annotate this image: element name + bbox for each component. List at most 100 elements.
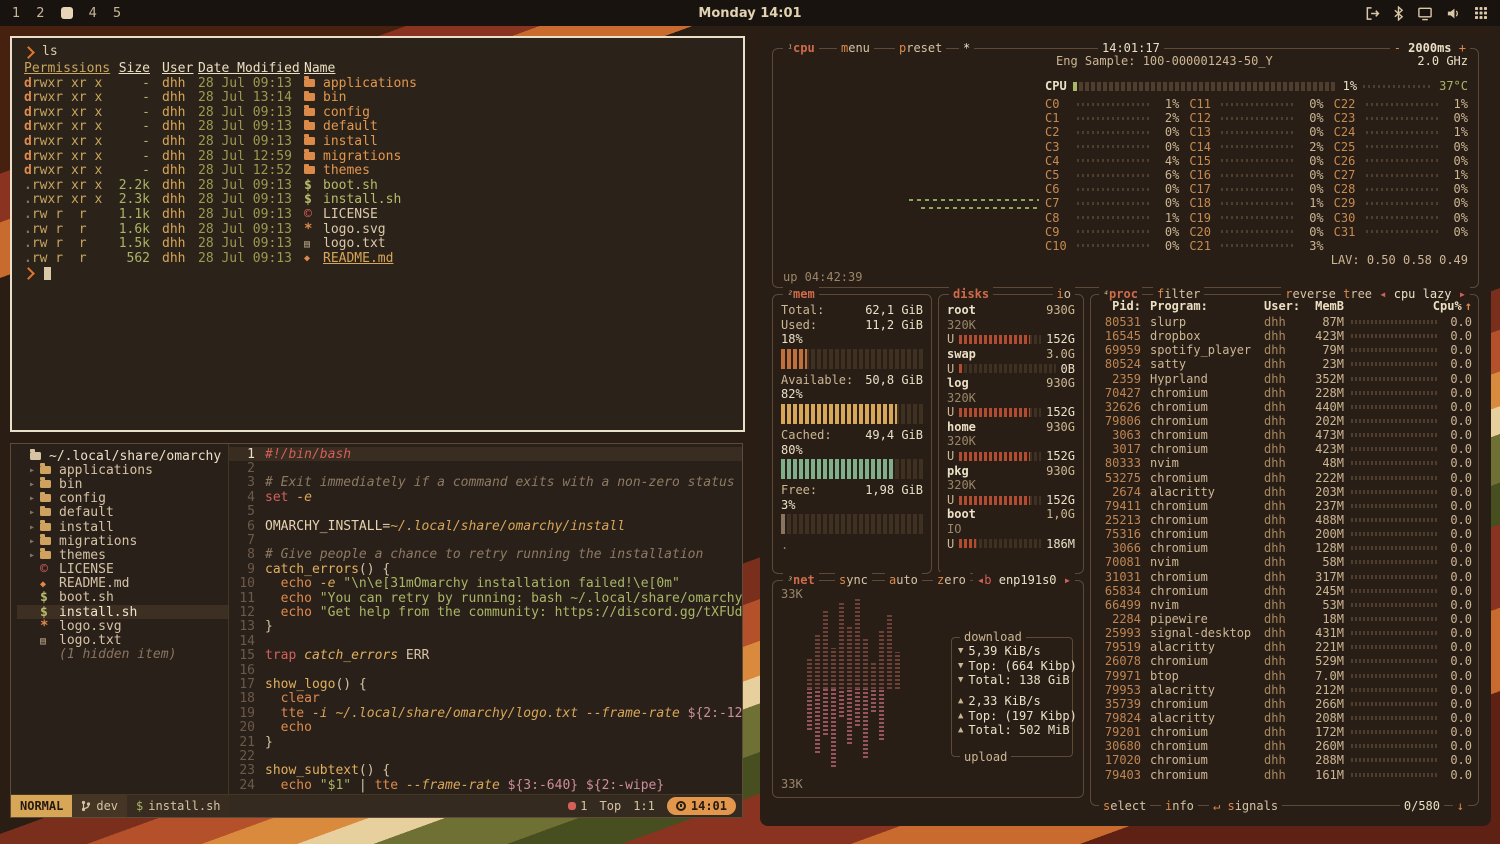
process-row[interactable]: 26078 chromium dhh 529M 0.0	[1091, 654, 1478, 668]
process-row[interactable]: 31031 chromium dhh 317M 0.0	[1091, 570, 1478, 584]
tree-item[interactable]: logo.txt	[17, 633, 228, 647]
process-row[interactable]: 35739 chromium dhh 266M 0.0	[1091, 697, 1478, 711]
process-row[interactable]: 80531 slurp dhh 87M 0.0	[1091, 315, 1478, 329]
code-line[interactable]: 23 show_subtext() {	[229, 764, 742, 778]
scroll-up-icon[interactable]: ↑	[1465, 299, 1472, 313]
code-line[interactable]: 13 }	[229, 620, 742, 634]
bluetooth-icon[interactable]	[1393, 6, 1404, 21]
scroll-down-icon[interactable]: ↓	[1453, 798, 1468, 814]
workspace-button[interactable]: 2	[36, 6, 44, 21]
code-line[interactable]: 8 # Give people a chance to retry runnin…	[229, 548, 742, 562]
process-row[interactable]: 79953 alacritty dhh 212M 0.0	[1091, 683, 1478, 697]
tree-item[interactable]: boot.sh	[17, 591, 228, 605]
workspace-button[interactable]: 1	[12, 6, 20, 21]
tree-item[interactable]: ~/.local/share/omarchy	[17, 449, 228, 463]
tree-item[interactable]: logo.svg	[17, 619, 228, 633]
tree-item[interactable]: ▸ themes	[17, 548, 228, 562]
process-row[interactable]: 79411 chromium dhh 237M 0.0	[1091, 499, 1478, 513]
process-row[interactable]: 17020 chromium dhh 288M 0.0	[1091, 753, 1478, 767]
code-line[interactable]: 21 }	[229, 735, 742, 749]
code-line[interactable]: 4 set -e	[229, 490, 742, 504]
process-row[interactable]: 3063 chromium dhh 473M 0.0	[1091, 428, 1478, 442]
code-line[interactable]: 14	[229, 634, 742, 648]
process-row[interactable]: 2359 Hyprland dhh 352M 0.0	[1091, 372, 1478, 386]
process-row[interactable]: 79519 alacritty dhh 221M 0.0	[1091, 640, 1478, 654]
process-row[interactable]: 25993 signal-desktop dhh 431M 0.0	[1091, 626, 1478, 640]
process-row[interactable]: 79403 chromium dhh 161M 0.0	[1091, 768, 1478, 782]
process-row[interactable]: 80524 satty dhh 23M 0.0	[1091, 357, 1478, 371]
tree-item[interactable]: ▸ bin	[17, 477, 228, 491]
menu-button[interactable]: menu	[837, 40, 874, 56]
process-row[interactable]: 70427 chromium dhh 228M 0.0	[1091, 386, 1478, 400]
process-row[interactable]: 3066 chromium dhh 128M 0.0	[1091, 541, 1478, 555]
net-sync-button[interactable]: sync	[835, 572, 872, 588]
apps-icon[interactable]	[1474, 6, 1488, 20]
process-row[interactable]: 32626 chromium dhh 440M 0.0	[1091, 400, 1478, 414]
volume-icon[interactable]	[1446, 6, 1461, 21]
tree-item[interactable]: ▸ install	[17, 520, 228, 534]
header-pid[interactable]: Pid:	[1097, 299, 1141, 313]
tree-item[interactable]: ▸ migrations	[17, 534, 228, 548]
prompt-line-empty[interactable]	[24, 266, 731, 281]
code-line[interactable]: 15 trap catch_errors ERR	[229, 648, 742, 662]
preset-button[interactable]: preset	[895, 40, 946, 56]
code-line[interactable]: 2	[229, 461, 742, 475]
tree-item[interactable]: LICENSE	[17, 563, 228, 577]
tree-item[interactable]: (1 hidden item)	[17, 648, 228, 662]
workspace-button[interactable]: 4	[89, 6, 97, 21]
process-row[interactable]: 53275 chromium dhh 222M 0.0	[1091, 471, 1478, 485]
tree-item[interactable]: ▸ default	[17, 506, 228, 520]
code-line[interactable]: 9 catch_errors() {	[229, 562, 742, 576]
code-line[interactable]: 7	[229, 533, 742, 547]
process-row[interactable]: 3017 chromium dhh 423M 0.0	[1091, 442, 1478, 456]
header-program[interactable]: Program:	[1150, 299, 1264, 313]
process-row[interactable]: 2674 alacritty dhh 203M 0.0	[1091, 485, 1478, 499]
process-row[interactable]: 69959 spotify_player dhh 79M 0.0	[1091, 343, 1478, 357]
header-cpu[interactable]: Cpu%	[1433, 299, 1461, 313]
net-auto-button[interactable]: auto	[885, 572, 922, 588]
code-line[interactable]: 12 echo "Get help from the community: ht…	[229, 605, 742, 619]
info-button[interactable]: info	[1161, 798, 1198, 814]
git-branch-segment[interactable]: dev	[72, 795, 127, 817]
code-line[interactable]: 22	[229, 749, 742, 763]
code-line[interactable]: 16	[229, 663, 742, 677]
process-row[interactable]: 16545 dropbox dhh 423M 0.0	[1091, 329, 1478, 343]
tree-item[interactable]: ▸ applications	[17, 463, 228, 477]
interval-decrease-button[interactable]: -	[1394, 41, 1401, 55]
workspace-button[interactable]	[61, 7, 73, 19]
code-line[interactable]: 20 echo	[229, 720, 742, 734]
tree-item[interactable]: README.md	[17, 577, 228, 591]
net-interface-selector[interactable]: ◂b enp191s0 ▸	[973, 572, 1075, 588]
process-row[interactable]: 2284 pipewire dhh 18M 0.0	[1091, 612, 1478, 626]
code-line[interactable]: 1 #!/bin/bash	[229, 447, 742, 461]
process-row[interactable]: 79201 chromium dhh 172M 0.0	[1091, 725, 1478, 739]
workspace-button[interactable]: 5	[113, 6, 121, 21]
process-row[interactable]: 79971 btop dhh 7.0M 0.0	[1091, 669, 1478, 683]
code-line[interactable]: 18 clear	[229, 692, 742, 706]
header-user[interactable]: User:	[1264, 299, 1302, 313]
signals-button[interactable]: ↵ signals	[1209, 798, 1282, 814]
process-row[interactable]: 70081 nvim dhh 58M 0.0	[1091, 555, 1478, 569]
code-line[interactable]: 17 show_logo() {	[229, 677, 742, 691]
interval-increase-button[interactable]: +	[1459, 41, 1466, 55]
header-memb[interactable]: MemB	[1302, 299, 1344, 313]
topbar-clock[interactable]: Monday 14:01	[698, 6, 801, 21]
diagnostics-indicator[interactable]: 1	[568, 799, 587, 813]
code-line[interactable]: 11 echo "You can retry by running: bash …	[229, 591, 742, 605]
tree-item[interactable]: ▸ config	[17, 492, 228, 506]
code-line[interactable]: 3 # Exit immediately if a command exits …	[229, 476, 742, 490]
process-row[interactable]: 25213 chromium dhh 488M 0.0	[1091, 513, 1478, 527]
process-row[interactable]: 79806 chromium dhh 202M 0.0	[1091, 414, 1478, 428]
net-zero-button[interactable]: zero	[933, 572, 970, 588]
tree-item[interactable]: install.sh	[17, 605, 228, 619]
code-line[interactable]: 24 echo "$1" | tte --frame-rate ${3:-640…	[229, 778, 742, 792]
select-button[interactable]: select	[1099, 798, 1150, 814]
code-line[interactable]: 6 OMARCHY_INSTALL=~/.local/share/omarchy…	[229, 519, 742, 533]
process-row[interactable]: 79824 alacritty dhh 208M 0.0	[1091, 711, 1478, 725]
process-row[interactable]: 75316 chromium dhh 200M 0.0	[1091, 527, 1478, 541]
code-line[interactable]: 10 echo -e "\n\e[31mOmarchy installation…	[229, 577, 742, 591]
code-line[interactable]: 5	[229, 505, 742, 519]
code-line[interactable]: 19 tte -i ~/.local/share/omarchy/logo.tx…	[229, 706, 742, 720]
display-icon[interactable]	[1417, 6, 1433, 21]
process-row[interactable]: 66499 nvim dhh 53M 0.0	[1091, 598, 1478, 612]
